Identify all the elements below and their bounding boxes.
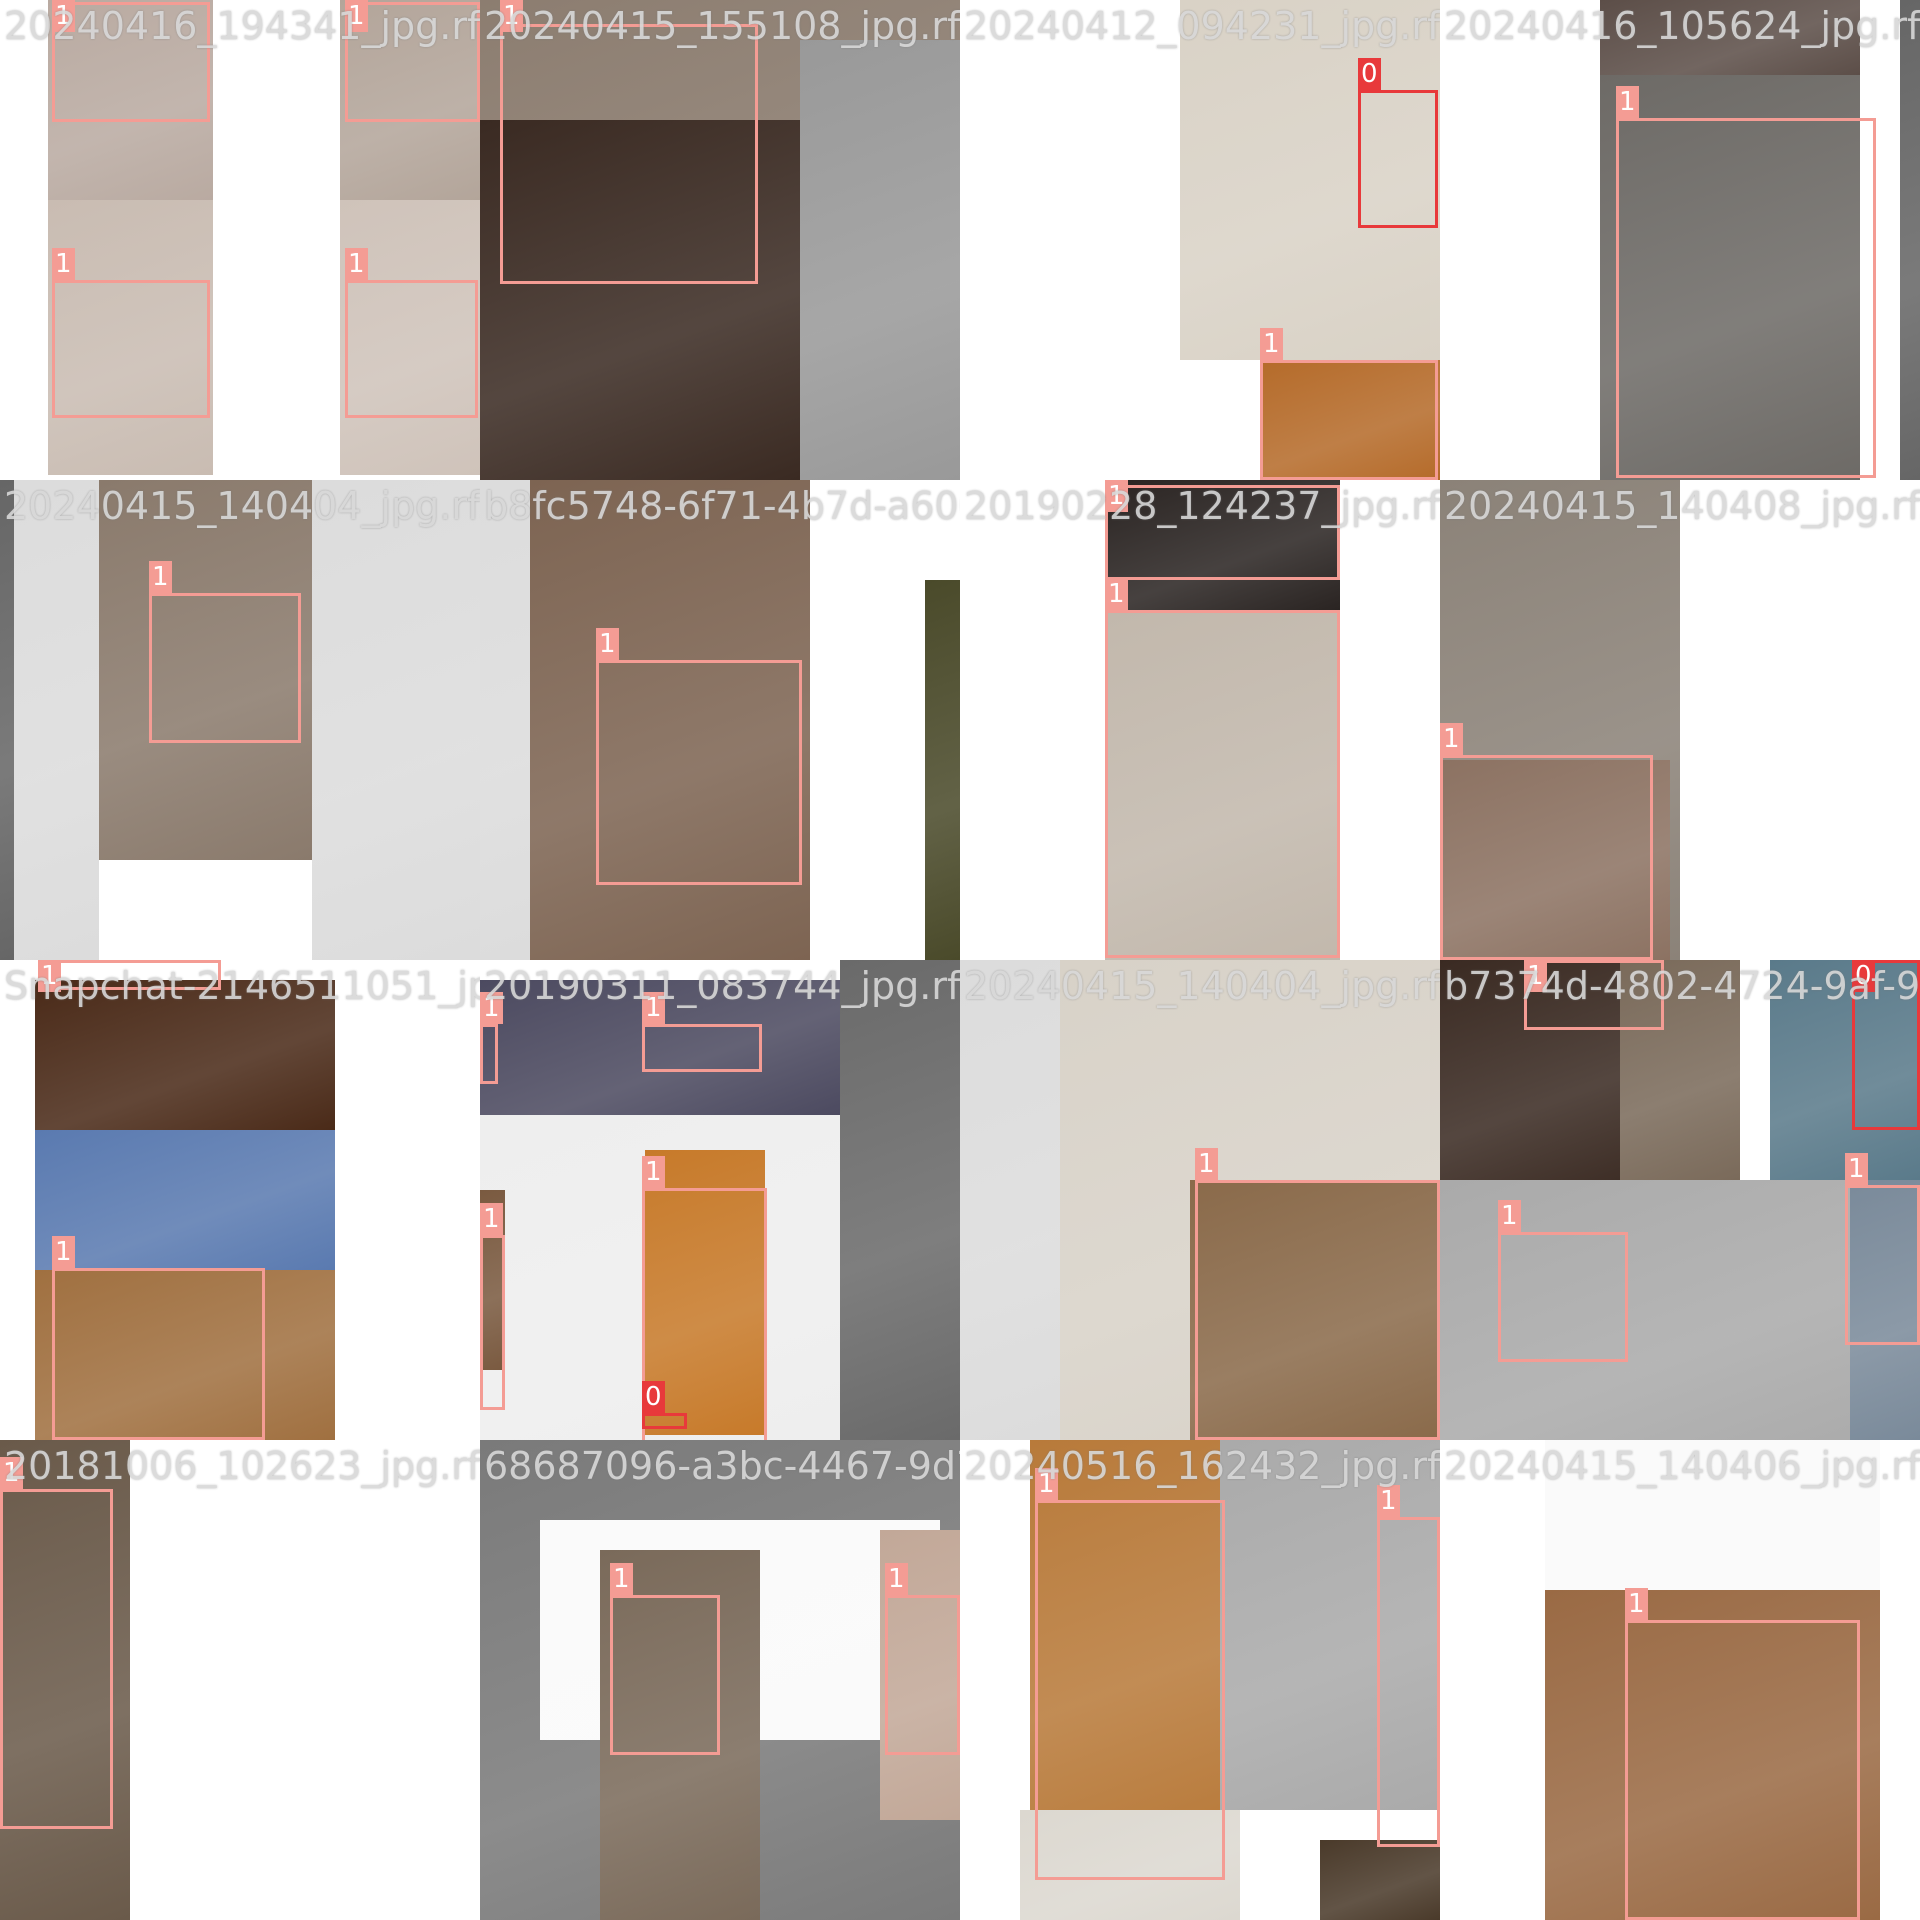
image-tile: 1 20240415_140406_jpg.rf.a4 xyxy=(1440,1440,1920,1920)
bounding-box xyxy=(642,1413,687,1429)
image-tile: 1110b7374d-4802-4724-9af-9559-d xyxy=(1440,960,1920,1440)
image-tile: 120240415_155108_jpg.rf.bb xyxy=(480,0,960,480)
photo-region xyxy=(840,960,960,1440)
bounding-box xyxy=(1440,755,1653,960)
photo-region xyxy=(35,1130,335,1270)
class-label: 1 xyxy=(1498,1200,1521,1232)
class-label: 1 xyxy=(1440,723,1463,755)
class-label: 1 xyxy=(52,1236,75,1268)
bounding-box xyxy=(642,1024,762,1072)
image-filename-caption: Snapchat-2146511051_jpg.rf xyxy=(4,964,480,1008)
bounding-box xyxy=(1195,1180,1440,1440)
image-filename-caption: 20240415_140408_jpg.rf.e9 xyxy=(1444,484,1920,528)
bounding-box xyxy=(1498,1232,1628,1362)
class-label: 1 xyxy=(52,248,75,280)
image-filename-caption: 20240416_194341_jpg.rf.4b xyxy=(4,4,480,48)
mosaic-grid: 111120240416_194341_jpg.rf.4b120240415_1… xyxy=(0,0,1920,1920)
image-tile: 1120240516_162432_jpg.rf.bc xyxy=(960,1440,1440,1920)
bounding-box xyxy=(885,1595,960,1755)
class-label: 1 xyxy=(1105,578,1128,610)
image-filename-caption: 20240415_140404_jpg.rf.91 xyxy=(964,964,1440,1008)
photo-region xyxy=(1320,1840,1440,1920)
photo-region xyxy=(480,480,530,960)
class-label: 1 xyxy=(345,248,368,280)
image-filename-caption: 20190311_083744_jpg.rf.2d xyxy=(484,964,960,1008)
image-tile: 111120240416_194341_jpg.rf.4b xyxy=(0,0,480,480)
bounding-box xyxy=(1105,610,1340,958)
bounding-box xyxy=(1377,1517,1440,1847)
bounding-box xyxy=(149,593,301,743)
image-filename-caption: 20190228_124237_jpg.rf.57 xyxy=(964,484,1440,528)
bounding-box xyxy=(480,1235,505,1410)
class-label: 1 xyxy=(885,1563,908,1595)
photo-region xyxy=(14,480,99,960)
bounding-box xyxy=(1845,1185,1920,1345)
photo-region xyxy=(800,40,960,480)
bounding-box xyxy=(52,280,210,418)
class-label: 1 xyxy=(149,561,172,593)
bounding-box xyxy=(1260,360,1438,480)
image-tile: 1111020190311_083744_jpg.rf.2d xyxy=(480,960,960,1440)
image-tile: 1 20240416_105624_jpg.rf.60 xyxy=(1440,0,1920,480)
image-tile: 1 20240415_140404_jpg.rf.39 xyxy=(0,480,480,960)
class-label: 0 xyxy=(642,1381,665,1413)
class-label: 1 xyxy=(1616,86,1639,118)
image-filename-caption: 20240412_094231_jpg.rf.d9 xyxy=(964,4,1440,48)
image-tile: 1 1 68687096-a3bc-4467-9d7e-9 xyxy=(480,1440,960,1920)
photo-region xyxy=(312,480,480,960)
image-tile: 120181006_102623_jpg.rf.5a xyxy=(0,1440,480,1920)
image-filename-caption: 20240415_140404_jpg.rf.39 xyxy=(4,484,480,528)
class-label: 1 xyxy=(480,1203,503,1235)
bounding-box xyxy=(480,1024,498,1084)
bounding-box xyxy=(1616,118,1876,478)
image-filename-caption: 20240416_105624_jpg.rf.60 xyxy=(1444,4,1920,48)
image-tile: 0 1 20240412_094231_jpg.rf.d9 xyxy=(960,0,1440,480)
photo-region xyxy=(0,480,14,960)
bounding-box xyxy=(1358,90,1438,228)
bounding-box xyxy=(1035,1500,1225,1880)
bounding-box xyxy=(610,1595,720,1755)
image-filename-caption: b7374d-4802-4724-9af-9559-d xyxy=(1444,964,1920,1008)
image-filename-caption: 20181006_102623_jpg.rf.5a xyxy=(4,1444,480,1488)
bounding-box xyxy=(0,1489,113,1829)
image-tile: 1120190228_124237_jpg.rf.57 xyxy=(960,480,1440,960)
image-filename-caption: b8fc5748-6f71-4b7d-a600-7b xyxy=(484,484,960,528)
image-tile: 1 20240415_140404_jpg.rf.91 xyxy=(960,960,1440,1440)
class-label: 1 xyxy=(1260,328,1283,360)
image-tile: 11Snapchat-2146511051_jpg.rf xyxy=(0,960,480,1440)
bounding-box xyxy=(1625,1620,1860,1920)
class-label: 1 xyxy=(1377,1485,1400,1517)
class-label: 1 xyxy=(1195,1148,1218,1180)
photo-region xyxy=(1900,0,1920,480)
bounding-box xyxy=(596,660,802,885)
class-label: 1 xyxy=(1845,1153,1868,1185)
image-filename-caption: 20240516_162432_jpg.rf.bc xyxy=(964,1444,1440,1488)
class-label: 1 xyxy=(596,628,619,660)
image-tile: 1 b8fc5748-6f71-4b7d-a600-7b xyxy=(480,480,960,960)
photo-region xyxy=(960,960,1060,1440)
image-tile: 1 20240415_140408_jpg.rf.e9 xyxy=(1440,480,1920,960)
class-label: 1 xyxy=(1625,1588,1648,1620)
bounding-box xyxy=(500,24,758,284)
bounding-box xyxy=(52,1268,265,1440)
bounding-box xyxy=(345,280,478,418)
image-filename-caption: 20240415_155108_jpg.rf.bb xyxy=(484,4,960,48)
class-label: 1 xyxy=(642,1156,665,1188)
image-filename-caption: 20240415_140406_jpg.rf.a4 xyxy=(1444,1444,1920,1488)
photo-region xyxy=(925,580,960,960)
class-label: 0 xyxy=(1358,58,1381,90)
image-filename-caption: 68687096-a3bc-4467-9d7e-9 xyxy=(484,1444,960,1488)
class-label: 1 xyxy=(610,1563,633,1595)
